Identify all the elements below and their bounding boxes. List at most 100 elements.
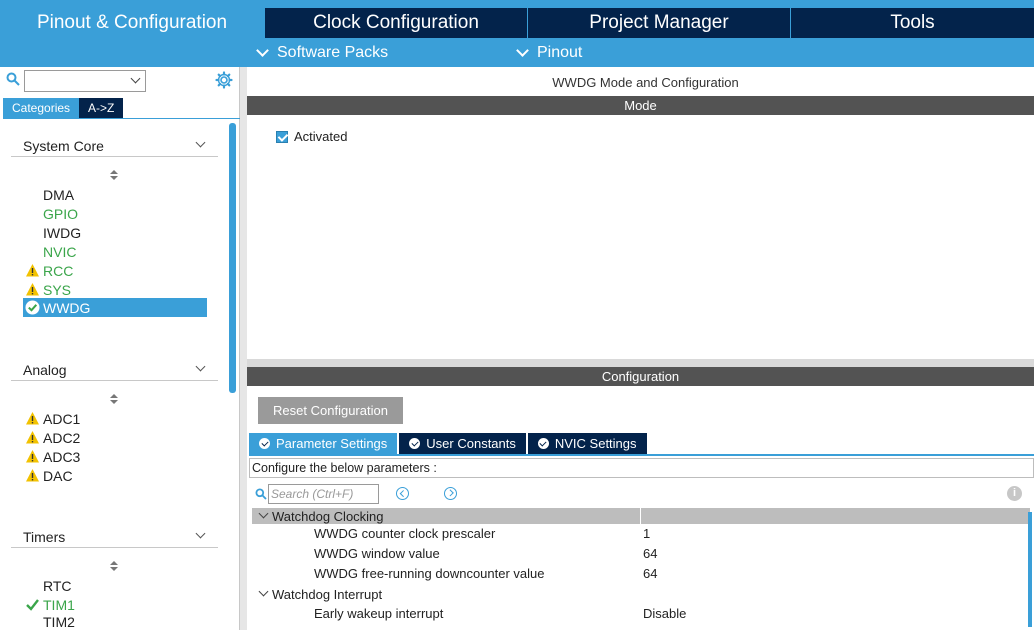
tab-tools[interactable]: Tools (791, 8, 1034, 38)
param-value[interactable]: 1 (643, 526, 650, 541)
param-row[interactable]: WWDG counter clock prescaler 1 (314, 524, 1034, 544)
search-combo[interactable] (24, 70, 146, 92)
item-label: SYS (43, 281, 72, 298)
chevron-down-icon (258, 508, 269, 519)
param-row[interactable]: WWDG window value 64 (314, 544, 1034, 564)
chevron-down-icon (195, 361, 206, 372)
list-item-tim1[interactable]: TIM1 (23, 595, 207, 614)
software-packs-label: Software Packs (277, 43, 389, 61)
tab-parameter-settings[interactable]: Parameter Settings (249, 433, 398, 454)
section-title: System Core (23, 137, 104, 154)
param-row[interactable]: WWDG free-running downcounter value 64 (314, 564, 1034, 584)
tab-label: User Constants (426, 436, 516, 451)
group-title: Watchdog Interrupt (272, 586, 383, 602)
param-value[interactable]: Disable (643, 606, 686, 621)
chevron-down-icon (195, 528, 206, 539)
list-item-nvic[interactable]: NVIC (23, 242, 207, 261)
list-item-adc2[interactable]: ADC2 (23, 428, 207, 447)
warning-icon (26, 450, 39, 463)
item-label: RTC (43, 577, 72, 594)
sort-icon[interactable] (110, 394, 118, 404)
list-item-rcc[interactable]: RCC (23, 261, 207, 280)
section-analog[interactable]: Analog (11, 359, 218, 381)
reset-configuration-button[interactable]: Reset Configuration (258, 397, 403, 424)
list-item-gpio[interactable]: GPIO (23, 204, 207, 223)
param-name: WWDG free-running downcounter value (314, 566, 545, 581)
parameter-tabs: Parameter Settings User Constants NVIC S… (249, 433, 647, 454)
chevron-down-icon (516, 43, 529, 57)
check-circle-icon (25, 300, 40, 315)
panel-divider[interactable] (240, 67, 247, 630)
activated-label: Activated (294, 129, 348, 144)
section-title: Analog (23, 361, 67, 378)
list-item-adc1[interactable]: ADC1 (23, 409, 207, 428)
tab-project-manager[interactable]: Project Manager (528, 8, 790, 38)
search-icon (255, 488, 267, 500)
warning-icon (26, 431, 39, 444)
param-name: WWDG counter clock prescaler (314, 526, 496, 541)
item-label: TIM1 (43, 596, 75, 613)
tab-categories[interactable]: Categories (3, 98, 80, 118)
warning-icon (26, 412, 39, 425)
left-scrollbar[interactable] (229, 123, 236, 393)
info-icon[interactable]: i (1007, 486, 1022, 501)
tab-nvic-settings[interactable]: NVIC Settings (527, 433, 647, 454)
configuration-header: Configuration (247, 367, 1034, 386)
search-icon[interactable] (6, 72, 20, 86)
item-label: TIM2 (43, 613, 75, 630)
parameter-search-input[interactable]: Search (Ctrl+F) (268, 484, 379, 504)
list-item-tim2[interactable]: TIM2 (23, 613, 207, 630)
item-label: RCC (43, 262, 74, 279)
configure-hint: Configure the below parameters : (249, 458, 1034, 478)
tab-underline (249, 454, 1034, 456)
gear-icon[interactable] (215, 71, 233, 89)
tab-user-constants[interactable]: User Constants (399, 433, 526, 454)
tab-pinout-configuration[interactable]: Pinout & Configuration (0, 8, 264, 38)
item-label: DMA (43, 186, 75, 203)
search-row (0, 67, 240, 97)
group-title: Watchdog Clocking (272, 508, 384, 524)
checkbox-checked-icon[interactable] (276, 130, 288, 143)
category-tabs: Categories A->Z (3, 98, 124, 118)
group-watchdog-interrupt[interactable]: Watchdog Interrupt (252, 586, 1030, 602)
warning-icon (26, 264, 39, 277)
chevron-down-icon[interactable] (130, 73, 141, 84)
tab-label: Parameter Settings (276, 436, 388, 451)
chevron-down-icon (258, 586, 269, 597)
list-item-adc3[interactable]: ADC3 (23, 447, 207, 466)
list-item-wwdg[interactable]: WWDG (23, 298, 207, 317)
list-item-dma[interactable]: DMA (23, 185, 207, 204)
chevron-down-icon (256, 43, 269, 57)
item-label: DAC (43, 467, 73, 484)
pinout-menu[interactable]: Pinout (516, 38, 582, 67)
item-label: ADC1 (43, 410, 81, 427)
sub-menu-bar: Software Packs Pinout (0, 38, 1034, 67)
main-panel: WWDG Mode and Configuration Mode Activat… (247, 67, 1034, 630)
param-value[interactable]: 64 (643, 566, 657, 581)
previous-result-icon[interactable] (396, 487, 409, 500)
list-item-sys[interactable]: SYS (23, 280, 207, 299)
list-item-rtc[interactable]: RTC (23, 576, 207, 595)
panel-title: WWDG Mode and Configuration (552, 75, 739, 90)
sort-icon[interactable] (110, 170, 118, 180)
software-packs-menu[interactable]: Software Packs (256, 38, 389, 67)
next-result-icon[interactable] (444, 487, 457, 500)
checkmark-icon (26, 599, 39, 611)
activated-checkbox[interactable]: Activated (276, 129, 347, 144)
section-system-core[interactable]: System Core (11, 135, 218, 157)
tab-a-z[interactable]: A->Z (79, 98, 124, 118)
pane-splitter[interactable] (247, 359, 1034, 367)
group-watchdog-clocking[interactable]: Watchdog Clocking (252, 508, 1030, 524)
sort-icon[interactable] (110, 561, 118, 571)
param-row[interactable]: Early wakeup interrupt Disable (314, 604, 1034, 624)
list-item-iwdg[interactable]: IWDG (23, 223, 207, 242)
top-tab-bar: Pinout & Configuration Clock Configurati… (0, 0, 1034, 38)
section-timers[interactable]: Timers (11, 526, 218, 548)
check-circle-icon (409, 438, 421, 449)
list-item-dac[interactable]: DAC (23, 466, 207, 485)
tab-clock-configuration[interactable]: Clock Configuration (265, 8, 527, 38)
param-value[interactable]: 64 (643, 546, 657, 561)
warning-icon (26, 469, 39, 482)
right-scrollbar[interactable] (1028, 512, 1032, 627)
check-circle-icon (259, 438, 270, 449)
